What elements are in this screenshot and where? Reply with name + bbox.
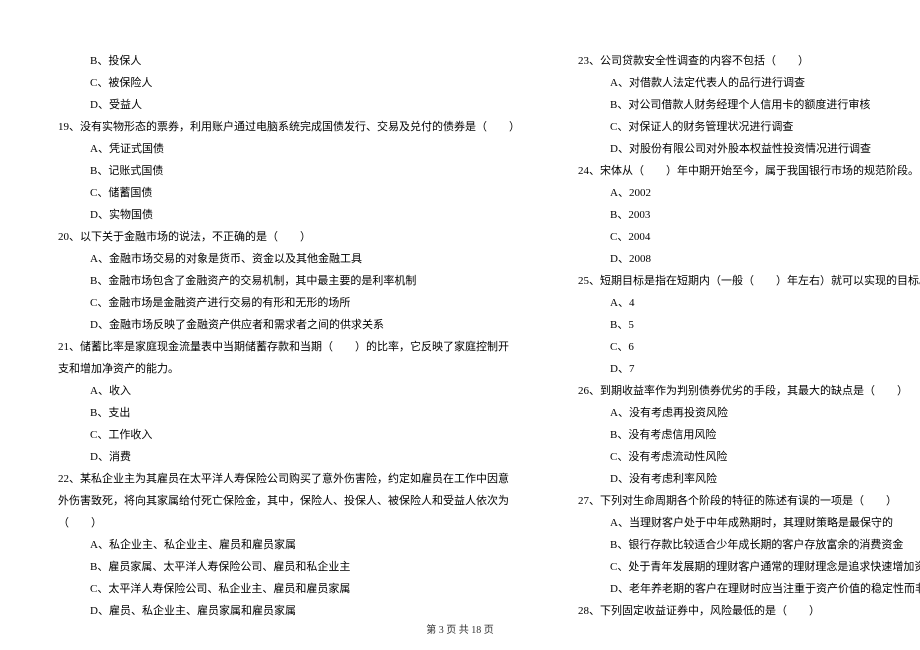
question-cont: 支和增加净资产的能力。: [40, 358, 520, 380]
page-content: B、投保人 C、被保险人 D、受益人 19、没有实物形态的票券，利用账户通过电脑…: [0, 0, 920, 650]
option: D、对股份有限公司对外股本权益性投资情况进行调查: [560, 138, 920, 160]
option: A、没有考虑再投资风险: [560, 402, 920, 424]
option: A、对借款人法定代表人的品行进行调查: [560, 72, 920, 94]
option: C、金融市场是金融资产进行交易的有形和无形的场所: [40, 292, 520, 314]
option: A、收入: [40, 380, 520, 402]
option: B、2003: [560, 204, 920, 226]
option: D、消费: [40, 446, 520, 468]
left-column: B、投保人 C、被保险人 D、受益人 19、没有实物形态的票券，利用账户通过电脑…: [20, 50, 540, 620]
option: B、银行存款比较适合少年成长期的客户存放富余的消费资金: [560, 534, 920, 556]
option: A、4: [560, 292, 920, 314]
option: C、对保证人的财务管理状况进行调查: [560, 116, 920, 138]
option: D、实物国债: [40, 204, 520, 226]
option: C、6: [560, 336, 920, 358]
option: A、金融市场交易的对象是货币、资金以及其他金融工具: [40, 248, 520, 270]
option: B、金融市场包含了金融资产的交易机制，其中最主要的是利率机制: [40, 270, 520, 292]
question: 27、下列对生命周期各个阶段的特征的陈述有误的一项是（ ）: [560, 490, 920, 512]
option: A、当理财客户处于中年成熟期时，其理财策略是最保守的: [560, 512, 920, 534]
question: 19、没有实物形态的票券，利用账户通过电脑系统完成国债发行、交易及兑付的债券是（…: [40, 116, 520, 138]
question: 25、短期目标是指在短期内（一般（ ）年左右）就可以实现的目标。: [560, 270, 920, 292]
option: B、记账式国债: [40, 160, 520, 182]
question: 21、储蓄比率是家庭现金流量表中当期储蓄存款和当期（ ）的比率，它反映了家庭控制…: [40, 336, 520, 358]
option: D、受益人: [40, 94, 520, 116]
option: A、2002: [560, 182, 920, 204]
option: A、凭证式国债: [40, 138, 520, 160]
option: C、储蓄国债: [40, 182, 520, 204]
page-footer: 第 3 页 共 18 页: [0, 621, 920, 636]
question: 23、公司贷款安全性调查的内容不包括（ ）: [560, 50, 920, 72]
option: B、投保人: [40, 50, 520, 72]
option: D、2008: [560, 248, 920, 270]
option: D、金融市场反映了金融资产供应者和需求者之间的供求关系: [40, 314, 520, 336]
option: B、支出: [40, 402, 520, 424]
question-cont: 外伤害致死，将向其家属给付死亡保险金，其中，保险人、投保人、被保险人和受益人依次…: [40, 490, 520, 512]
option: C、2004: [560, 226, 920, 248]
option: C、没有考虑流动性风险: [560, 446, 920, 468]
option: D、没有考虑利率风险: [560, 468, 920, 490]
option: D、雇员、私企业主、雇员家属和雇员家属: [40, 600, 520, 622]
option: B、5: [560, 314, 920, 336]
option: B、雇员家属、太平洋人寿保险公司、雇员和私企业主: [40, 556, 520, 578]
option: C、被保险人: [40, 72, 520, 94]
option: C、工作收入: [40, 424, 520, 446]
option: D、老年养老期的客户在理财时应当注重于资产价值的稳定性而非增长性: [560, 578, 920, 600]
question: 24、宋体从（ ）年中期开始至今，属于我国银行市场的规范阶段。: [560, 160, 920, 182]
question-cont: （ ）: [40, 512, 520, 534]
question: 20、以下关于金融市场的说法，不正确的是（ ）: [40, 226, 520, 248]
question: 22、某私企业主为其雇员在太平洋人寿保险公司购买了意外伤害险，约定如雇员在工作中…: [40, 468, 520, 490]
option: C、处于青年发展期的理财客户通常的理财理念是追求快速增加资本积累: [560, 556, 920, 578]
option: D、7: [560, 358, 920, 380]
option: B、对公司借款人财务经理个人信用卡的额度进行审核: [560, 94, 920, 116]
question: 28、下列固定收益证券中，风险最低的是（ ）: [560, 600, 920, 622]
option: A、私企业主、私企业主、雇员和雇员家属: [40, 534, 520, 556]
right-column: 23、公司贷款安全性调查的内容不包括（ ） A、对借款人法定代表人的品行进行调查…: [540, 50, 920, 620]
question: 26、到期收益率作为判别债券优劣的手段，其最大的缺点是（ ）: [560, 380, 920, 402]
option: C、太平洋人寿保险公司、私企业主、雇员和雇员家属: [40, 578, 520, 600]
option: B、没有考虑信用风险: [560, 424, 920, 446]
